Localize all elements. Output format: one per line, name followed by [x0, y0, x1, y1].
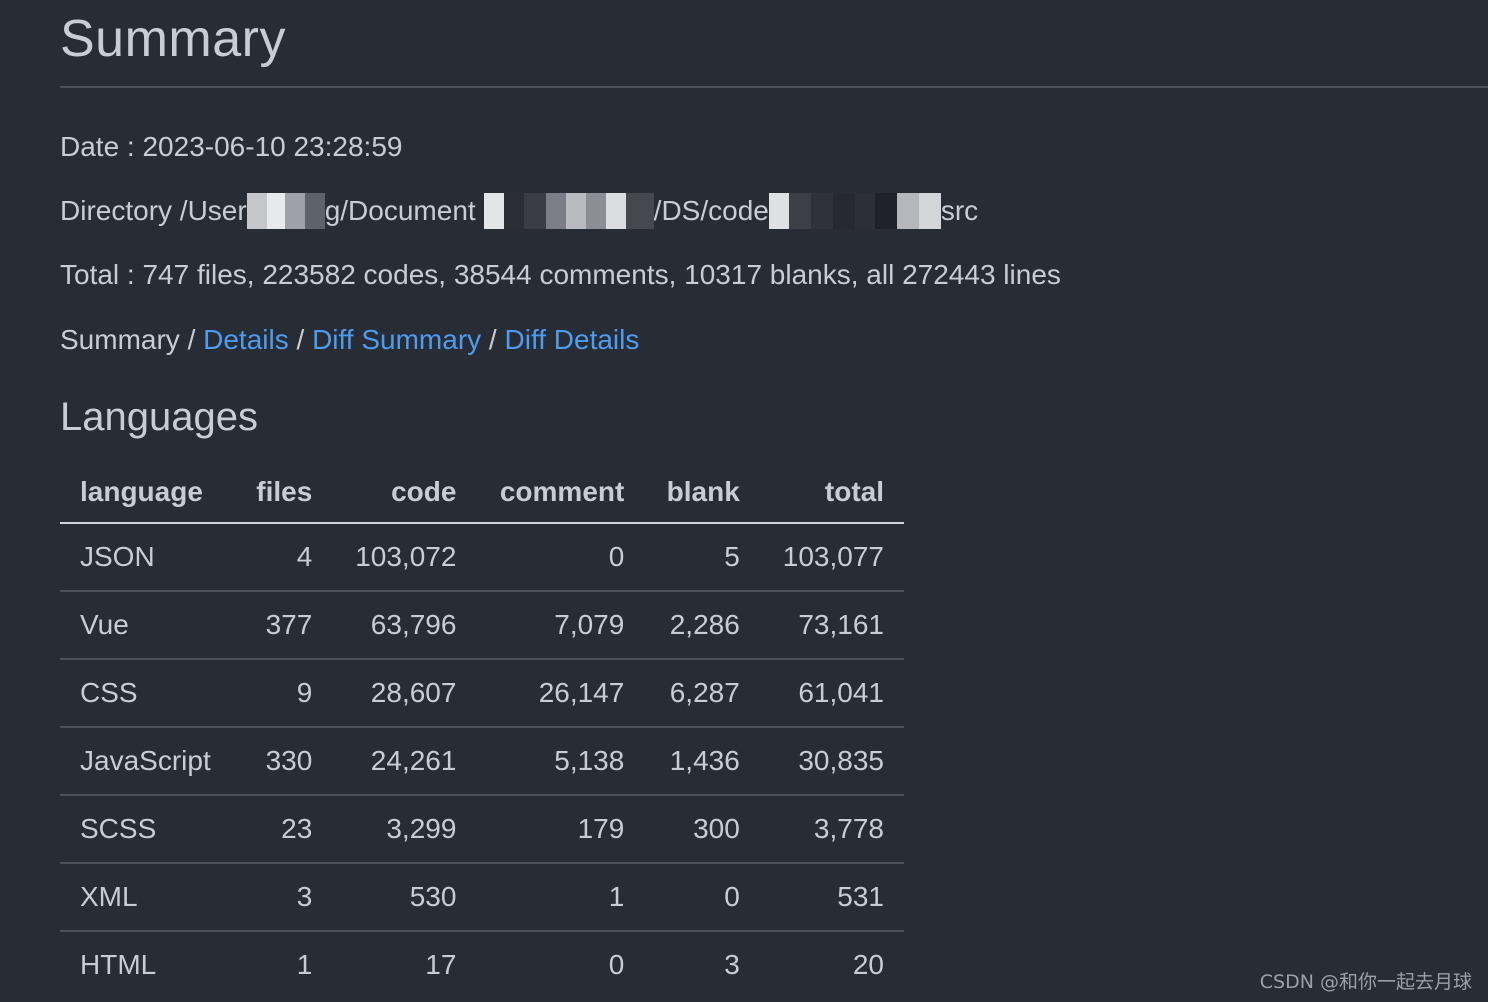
cell-blank: 0	[644, 863, 760, 932]
cell-code: 530	[332, 863, 477, 932]
cell-files: 1	[296, 949, 313, 980]
report-nav: Summary / Details / Diff Summary / Diff …	[60, 323, 639, 357]
cell-language: JSON	[60, 523, 235, 592]
directory-part-1: Directory /User	[60, 195, 247, 226]
cell-files: 3	[234, 863, 333, 932]
cell-comment: 26,147	[476, 659, 645, 728]
cell-language: JavaScript	[60, 727, 235, 796]
redacted-block	[483, 192, 654, 229]
directory-part-4: src	[940, 195, 979, 226]
redacted-block	[768, 192, 941, 229]
total-line: Total : 747 files, 223582 codes, 38544 c…	[60, 259, 1061, 290]
table-row: JSON 4 103,072 0 5 103,077	[60, 523, 904, 592]
date-line: Date : 2023-06-10 23:28:59	[60, 131, 403, 162]
nav-separator: /	[481, 324, 505, 355]
cell-language: SCSS	[60, 795, 235, 864]
nav-link-diff-details[interactable]: Diff Details	[505, 324, 640, 355]
cell-files: 4	[234, 523, 333, 592]
column-header-blank: blank	[644, 462, 760, 524]
title-divider	[60, 86, 1488, 88]
table-row: CSS 9 28,607 26,147 6,287 61,041	[60, 659, 904, 728]
cell-files: 377	[234, 591, 333, 660]
column-header-language: language	[60, 462, 235, 524]
cell-blank: 2,286	[644, 591, 760, 660]
cell-files: 23	[234, 795, 333, 864]
cell-blank: 5	[644, 523, 760, 592]
cell-code: 24,261	[332, 727, 477, 796]
nav-link-diff-summary[interactable]: Diff Summary	[312, 324, 481, 355]
watermark: CSDN @和你一起去月球	[1259, 971, 1472, 993]
nav-link-details[interactable]: Details	[203, 324, 289, 355]
table-row: HTML 1 17 0 3 20	[60, 931, 904, 998]
column-header-comment: comment	[476, 462, 645, 524]
column-header-total: total	[759, 462, 904, 524]
cell-code: 103,072	[332, 523, 477, 592]
cell-comment: 0	[608, 949, 625, 980]
directory-part-3: /DS/code	[653, 195, 769, 226]
cell-comment: 5,138	[476, 727, 645, 796]
cell-files: 9	[234, 659, 333, 728]
cell-total: 3,778	[759, 795, 904, 864]
cell-comment: 7,079	[476, 591, 645, 660]
cell-total: 73,161	[759, 591, 904, 660]
redacted-block	[246, 192, 325, 229]
cell-code: 63,796	[332, 591, 477, 660]
table-row: Vue 377 63,796 7,079 2,286 73,161	[60, 591, 904, 660]
languages-heading: Languages	[60, 395, 258, 439]
cell-blank: 300	[644, 795, 760, 864]
nav-summary: Summary	[60, 324, 180, 355]
cell-total: 20	[852, 949, 884, 980]
table-row: SCSS 23 3,299 179 300 3,778	[60, 795, 904, 864]
page-content: Summary Date : 2023-06-10 23:28:59 Direc…	[60, 0, 1488, 980]
cell-language: XML	[60, 863, 235, 932]
cell-language: CSS	[60, 659, 235, 728]
table-row: JavaScript 330 24,261 5,138 1,436 30,835	[60, 727, 904, 796]
nav-separator: /	[288, 324, 313, 355]
directory-line: Directory /User g/Document /DS/code src	[60, 192, 979, 231]
cell-code: 3,299	[332, 795, 477, 864]
column-header-code: code	[332, 462, 477, 524]
cell-code: 17	[425, 949, 457, 980]
cell-total: 103,077	[759, 523, 904, 592]
column-header-files: files	[234, 462, 333, 524]
cell-comment: 0	[476, 523, 645, 592]
cell-total: 61,041	[759, 659, 904, 728]
languages-table: language files code comment blank total …	[60, 462, 904, 998]
nav-separator: /	[179, 324, 204, 355]
table-header-row: language files code comment blank total	[60, 462, 904, 524]
cell-blank: 1,436	[644, 727, 760, 796]
cell-language: Vue	[60, 591, 235, 660]
cell-language: HTML	[80, 949, 157, 980]
cell-total: 30,835	[759, 727, 904, 796]
cell-code: 28,607	[332, 659, 477, 728]
cell-blank: 3	[724, 949, 740, 980]
cell-total: 531	[759, 863, 904, 932]
page-title: Summary	[60, 10, 286, 68]
directory-part-2: g/Document	[324, 195, 476, 226]
cell-comment: 1	[476, 863, 645, 932]
cell-files: 330	[234, 727, 333, 796]
cell-blank: 6,287	[644, 659, 760, 728]
table-row: XML 3 530 1 0 531	[60, 863, 904, 932]
cell-comment: 179	[476, 795, 645, 864]
